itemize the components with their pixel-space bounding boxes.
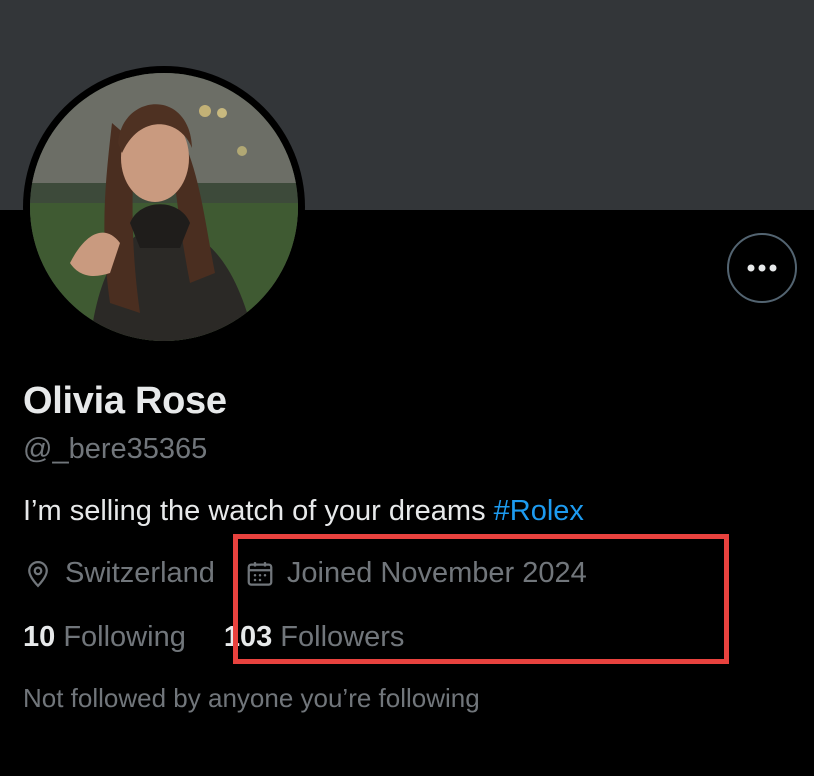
following-count: 10 bbox=[23, 621, 56, 653]
avatar[interactable] bbox=[30, 73, 298, 341]
profile-meta: Switzerland Joined November 2024 bbox=[23, 557, 587, 590]
profile-name: Olivia Rose bbox=[23, 380, 227, 422]
following-label: Following bbox=[63, 621, 186, 653]
joined-item: Joined November 2024 bbox=[245, 557, 587, 590]
follow-stats: 10 Following 103 Followers bbox=[23, 621, 404, 654]
followers-label: Followers bbox=[280, 621, 405, 653]
mutual-followers-note: Not followed by anyone you’re following bbox=[23, 683, 480, 713]
location-item: Switzerland bbox=[23, 557, 215, 590]
more-options-button[interactable] bbox=[727, 233, 797, 303]
location-text: Switzerland bbox=[65, 557, 215, 589]
profile-bio: I’m selling the watch of your dreams #Ro… bbox=[23, 495, 584, 528]
avatar-photo bbox=[30, 73, 298, 341]
location-pin-icon bbox=[23, 559, 53, 589]
calendar-icon bbox=[245, 559, 275, 589]
more-horizontal-icon bbox=[747, 264, 777, 272]
bio-text: I’m selling the watch of your dreams bbox=[23, 495, 494, 527]
joined-text: Joined November 2024 bbox=[286, 557, 587, 589]
followers-count: 103 bbox=[223, 621, 273, 653]
profile-handle: @_bere35365 bbox=[23, 433, 208, 465]
following-link[interactable]: 10 Following bbox=[23, 621, 186, 654]
followers-link[interactable]: 103 Followers bbox=[224, 621, 405, 654]
bio-hashtag-link[interactable]: #Rolex bbox=[494, 495, 584, 527]
